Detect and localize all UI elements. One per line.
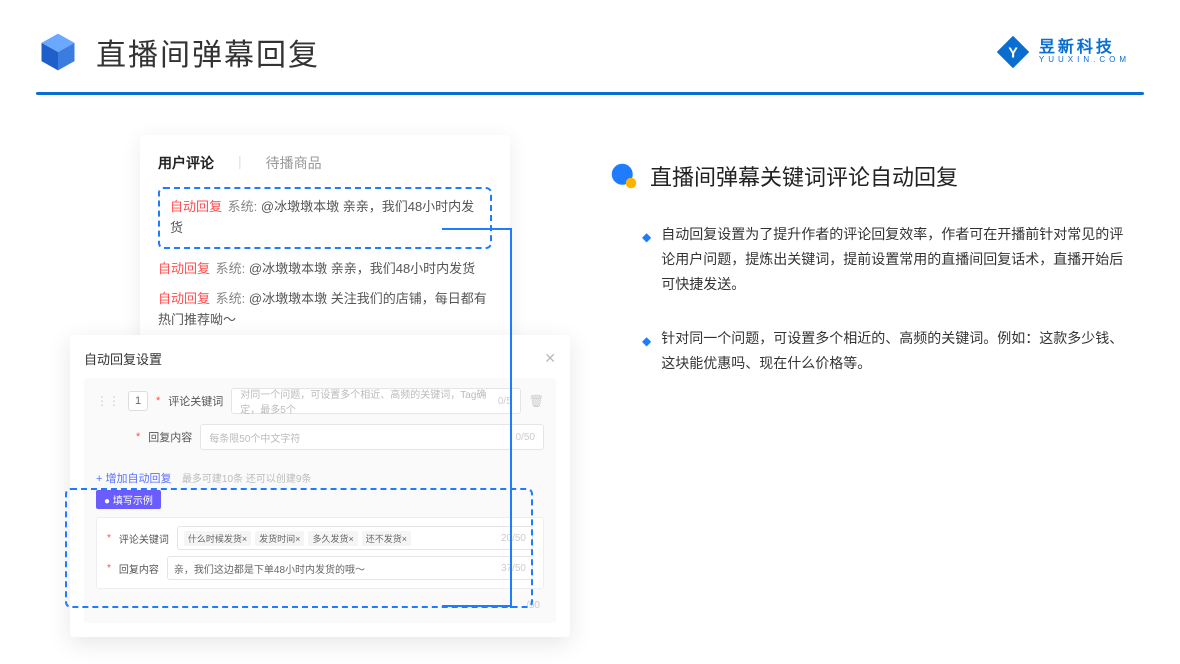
required-star: * (107, 533, 111, 544)
required-star: * (107, 563, 111, 574)
brand-logo: Y 昱新科技 YUUXIN.COM (995, 34, 1130, 70)
bullet-text: 自动回复设置为了提升作者的评论回复效率，作者可在开播前针对常见的评论用户问题，提… (661, 222, 1130, 298)
screenshot-column: 用户评论 | 待播商品 自动回复 系统: @冰墩墩本墩 亲亲，我们48小时内发货… (70, 135, 570, 404)
example-badge: ● 填写示例 (96, 490, 161, 509)
auto-reply-tag: 自动回复 (158, 291, 210, 306)
content-row: * 回复内容 每条限50个中文字符 0/50 (96, 424, 544, 450)
settings-card: 自动回复设置 ✕ ⋮⋮ 1 * 评论关键词 对同一个问题，可设置多个相近、高频的… (70, 335, 570, 637)
add-rule-row: + 增加自动回复 最多可建10条 还可以创建9条 (96, 460, 544, 490)
diamond-bullet-icon: ◆ (642, 331, 651, 376)
cube-icon (36, 30, 80, 74)
sys-label: 系统: (216, 291, 246, 306)
auto-reply-tag: 自动回复 (158, 261, 210, 276)
ex-content-label: 回复内容 (119, 561, 159, 576)
chip[interactable]: 多久发货× (308, 531, 357, 546)
example-box: * 评论关键词 什么时候发货× 发货时间× 多久发货× 还不发货× 20/50 (96, 517, 544, 589)
diamond-bullet-icon: ◆ (642, 227, 651, 298)
drag-handle-icon[interactable]: ⋮⋮ (96, 394, 120, 408)
chip[interactable]: 发货时间× (255, 531, 304, 546)
chips: 什么时候发货× 发货时间× 多久发货× 还不发货× (184, 531, 411, 546)
bullet-text: 针对同一个问题，可设置多个相近的、高频的关键词。例如：这款多少钱、这块能优惠吗、… (661, 326, 1130, 376)
connector-line (442, 605, 512, 607)
sys-label: 系统: (216, 261, 246, 276)
connector-line (510, 228, 512, 608)
logo-diamond-icon: Y (995, 34, 1031, 70)
content-label: 回复内容 (148, 429, 192, 445)
chat-bubble-icon (610, 162, 638, 190)
chip[interactable]: 还不发货× (362, 531, 411, 546)
bullet-item: ◆ 自动回复设置为了提升作者的评论回复效率，作者可在开播前针对常见的评论用户问题… (610, 222, 1130, 298)
settings-header: 自动回复设置 ✕ (84, 349, 556, 378)
tab-divider: | (238, 153, 242, 173)
tab-user-comments[interactable]: 用户评论 (158, 153, 214, 173)
content-input[interactable]: 每条限50个中文字符 0/50 (200, 424, 544, 450)
section-title: 直播间弹幕关键词评论自动回复 (650, 160, 958, 192)
comment-row-highlighted: 自动回复 系统: @冰墩墩本墩 亲亲，我们48小时内发货 (158, 187, 492, 249)
close-icon[interactable]: ✕ (544, 350, 556, 367)
at-user: @冰墩墩本墩 (249, 261, 327, 276)
page-title: 直播间弹幕回复 (96, 30, 320, 74)
example-content-row: * 回复内容 亲，我们这边都是下单48小时内发货的哦～ 37/50 (107, 556, 533, 580)
ex-content-input[interactable]: 亲，我们这边都是下单48小时内发货的哦～ 37/50 (167, 556, 533, 580)
ex-kw-label: 评论关键词 (119, 531, 169, 546)
ex-content-value: 亲，我们这边都是下单48小时内发货的哦～ (174, 561, 365, 576)
keyword-row: ⋮⋮ 1 * 评论关键词 对同一个问题，可设置多个相近、高频的关键词，Tag确定… (96, 388, 544, 414)
counter: 0/50 (516, 432, 535, 443)
svg-text:Y: Y (1008, 45, 1018, 61)
tab-pending-goods[interactable]: 待播商品 (266, 153, 322, 173)
section-title-row: 直播间弹幕关键词评论自动回复 (610, 160, 1130, 192)
counter: 20/50 (501, 533, 526, 544)
placeholder: 每条限50个中文字符 (209, 430, 300, 445)
logo-cn: 昱新科技 (1039, 39, 1115, 57)
chip[interactable]: 什么时候发货× (184, 531, 251, 546)
rule-number: 1 (128, 391, 148, 411)
comment-text: 亲亲，我们48小时内发货 (331, 261, 475, 276)
tabs: 用户评论 | 待播商品 (158, 153, 492, 173)
header-left: 直播间弹幕回复 (36, 30, 320, 74)
auto-reply-tag: 自动回复 (170, 199, 222, 214)
at-user: @冰墩墩本墩 (249, 291, 327, 306)
bullet-item: ◆ 针对同一个问题，可设置多个相近的、高频的关键词。例如：这款多少钱、这块能优惠… (610, 326, 1130, 376)
logo-en: YUUXIN.COM (1039, 56, 1130, 65)
example-keyword-row: * 评论关键词 什么时候发货× 发货时间× 多久发货× 还不发货× 20/50 (107, 526, 533, 550)
ex-kw-input[interactable]: 什么时候发货× 发货时间× 多久发货× 还不发货× 20/50 (177, 526, 533, 550)
comment-row: 自动回复 系统: @冰墩墩本墩 关注我们的店铺，每日都有热门推荐呦～ (158, 289, 492, 331)
settings-title: 自动回复设置 (84, 349, 162, 368)
placeholder: 对同一个问题，可设置多个相近、高频的关键词，Tag确定，最多5个 (240, 386, 498, 416)
comments-card: 用户评论 | 待播商品 自动回复 系统: @冰墩墩本墩 亲亲，我们48小时内发货… (140, 135, 510, 351)
comment-row: 自动回复 系统: @冰墩墩本墩 亲亲，我们48小时内发货 (158, 259, 492, 280)
trash-icon[interactable]: 🗑 (529, 394, 544, 408)
add-hint: 最多可建10条 还可以创建9条 (182, 474, 311, 485)
at-user: @冰墩墩本墩 (261, 199, 339, 214)
required-star: * (156, 395, 160, 407)
sys-label: 系统: (228, 199, 258, 214)
keyword-input[interactable]: 对同一个问题，可设置多个相近、高频的关键词，Tag确定，最多5个 0/5 (231, 388, 520, 414)
add-rule-link[interactable]: + 增加自动回复 (96, 470, 171, 486)
required-star: * (136, 431, 140, 443)
keyword-label: 评论关键词 (168, 393, 223, 409)
counter: 37/50 (501, 563, 526, 574)
bottom-counter: /50 (526, 600, 540, 611)
description-column: 直播间弹幕关键词评论自动回复 ◆ 自动回复设置为了提升作者的评论回复效率，作者可… (610, 135, 1130, 404)
page-header: 直播间弹幕回复 Y 昱新科技 YUUXIN.COM (0, 0, 1180, 74)
